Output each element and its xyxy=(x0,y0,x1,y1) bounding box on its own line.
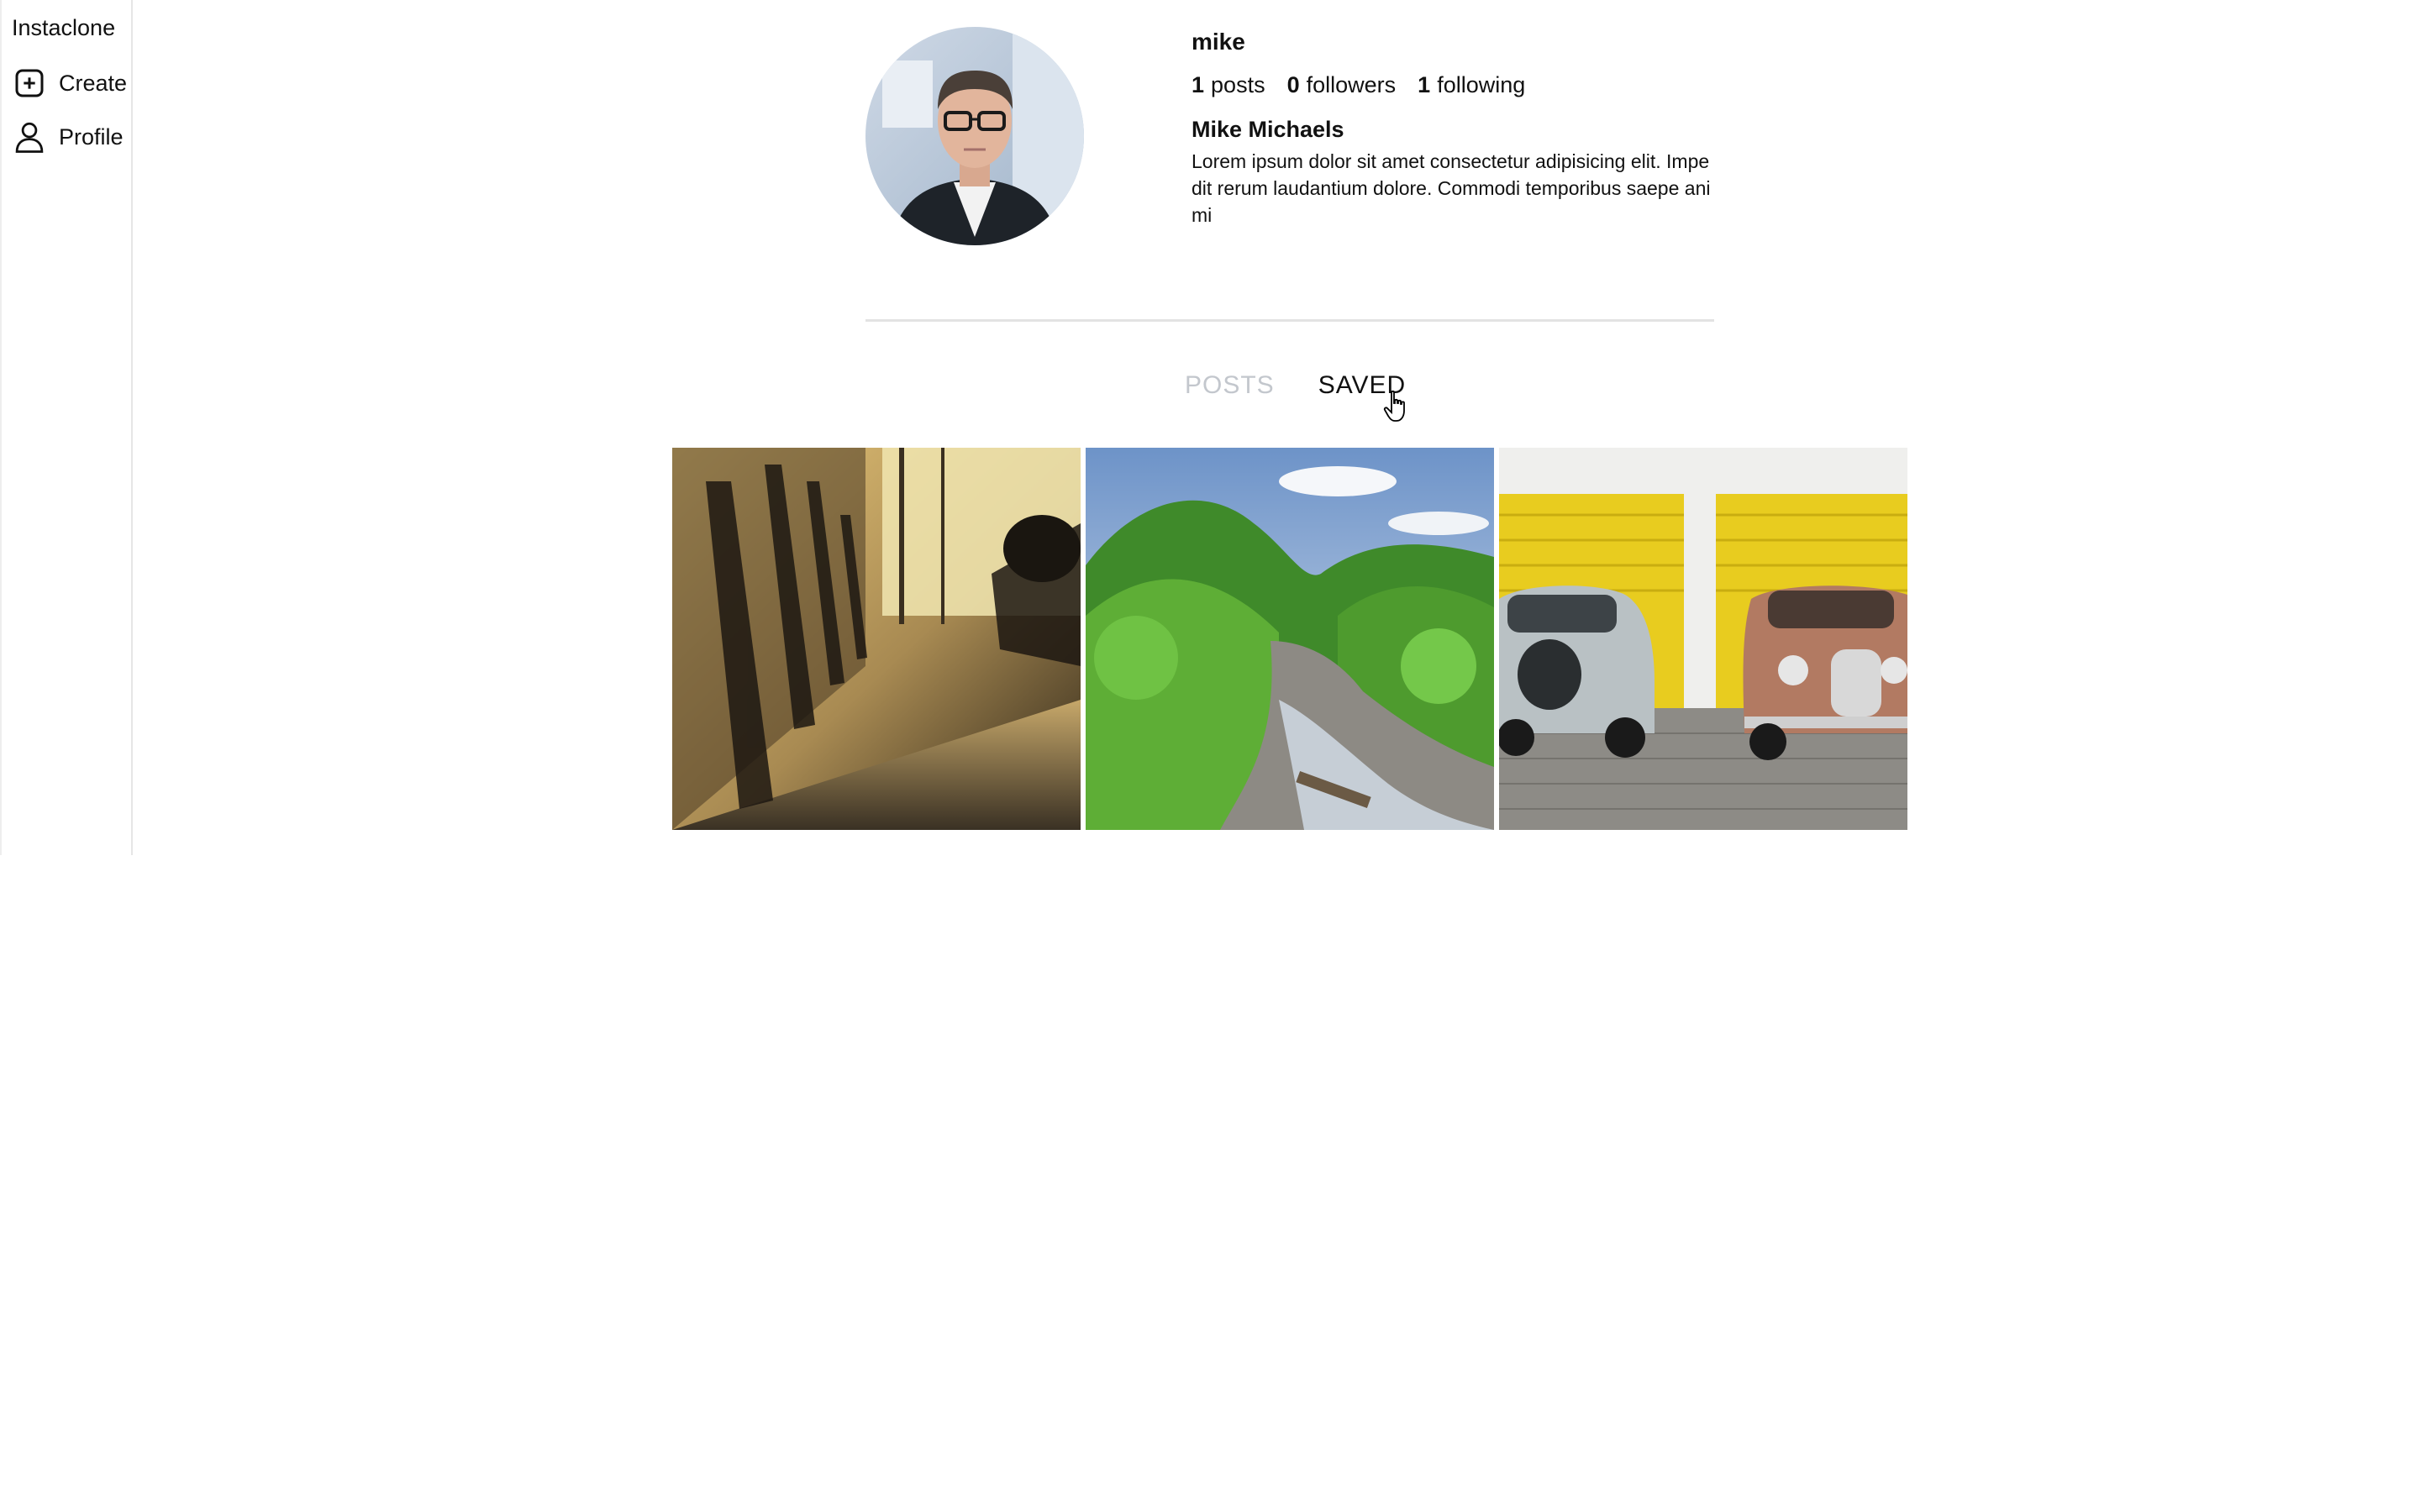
user-icon xyxy=(12,119,47,155)
profile-username: mike xyxy=(1192,29,1245,55)
stat-following-count: 1 xyxy=(1418,72,1431,97)
saved-post-tile[interactable] xyxy=(672,448,1081,830)
stat-followers[interactable]: 0 followers xyxy=(1287,72,1397,98)
saved-post-tile[interactable] xyxy=(1086,448,1494,830)
sidebar-item-profile[interactable]: Profile xyxy=(12,119,124,155)
stat-following-label: following xyxy=(1437,72,1526,97)
saved-post-tile[interactable] xyxy=(1499,448,1907,830)
forest-river-photo-icon xyxy=(1086,448,1494,830)
profile-bio: Lorem ipsum dolor sit amet consectetur a… xyxy=(1192,150,1711,226)
hand-cursor-icon xyxy=(1383,390,1412,423)
profile-info: mike 1 posts 0 followers 1 following Mike M… xyxy=(1192,29,1712,228)
stat-posts-count: 1 xyxy=(1192,72,1205,97)
brand-logo-text[interactable]: Instaclone xyxy=(12,15,115,41)
stat-followers-label: followers xyxy=(1306,72,1397,97)
vintage-cars-photo-icon xyxy=(1499,448,1907,830)
profile-full-name: Mike Michaels xyxy=(1192,117,1344,142)
stat-posts-label: posts xyxy=(1211,72,1265,97)
saved-posts-grid xyxy=(672,448,1907,830)
profile-tabs: POSTS SAVED xyxy=(1185,371,1406,400)
plus-square-icon xyxy=(12,66,47,101)
stat-posts: 1 posts xyxy=(1192,72,1265,98)
stat-following[interactable]: 1 following xyxy=(1418,72,1525,98)
sidebar-item-label: Create xyxy=(59,70,128,96)
piano-keys-photo-icon xyxy=(672,448,1081,830)
stat-followers-count: 0 xyxy=(1286,72,1300,97)
avatar xyxy=(865,27,1084,245)
sidebar-item-create[interactable]: Create xyxy=(12,66,127,101)
profile-stats: 1 posts 0 followers 1 following xyxy=(1192,72,1712,98)
tab-posts[interactable]: POSTS xyxy=(1185,371,1275,400)
divider xyxy=(865,319,1714,322)
sidebar: Instaclone Create Profile xyxy=(0,0,133,855)
sidebar-item-label: Profile xyxy=(59,123,124,150)
